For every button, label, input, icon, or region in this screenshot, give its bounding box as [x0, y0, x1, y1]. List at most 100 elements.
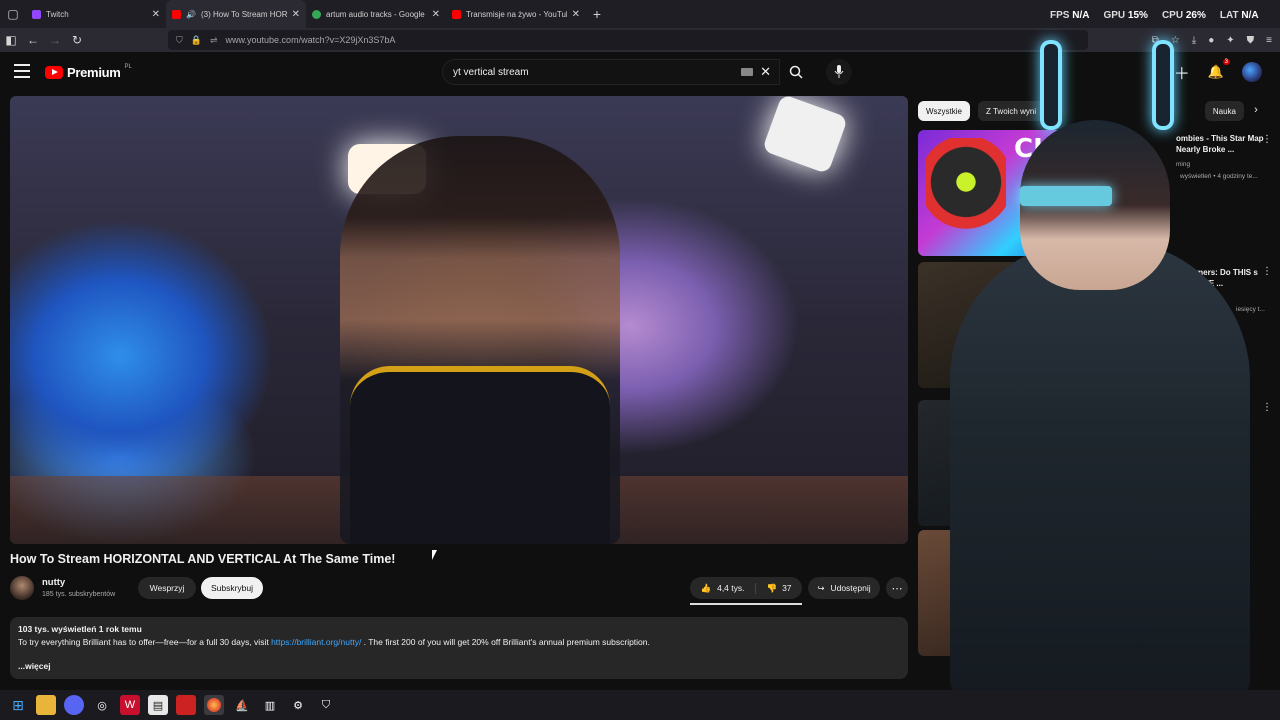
more-actions-button[interactable]: ⋯ — [886, 577, 908, 599]
related-video-meta: tlen • — [1200, 573, 1215, 580]
chip-from-search[interactable]: Z Twoich wyni — [978, 101, 1045, 121]
account-icon[interactable]: ● — [1208, 35, 1214, 46]
notifications-button[interactable]: 🔔 3 — [1208, 59, 1230, 81]
brilliant-link[interactable]: https://brilliant.org/nutty/ — [271, 637, 361, 647]
description-text: To try everything Brilliant has to offer… — [18, 636, 900, 649]
browser-tab-twitch[interactable]: Twitch ✕ — [26, 0, 166, 28]
chips-next-icon[interactable]: › — [1246, 100, 1266, 120]
extensions-icon[interactable]: ✦ — [1226, 35, 1234, 46]
join-button[interactable]: Wesprzyj — [138, 577, 196, 599]
permissions-icon[interactable]: ⇌ — [210, 35, 218, 46]
related-video-title[interactable]: erm tbu — [1206, 668, 1280, 679]
search-button[interactable] — [780, 59, 812, 85]
thumbs-down-icon: 👎 — [766, 582, 778, 593]
more-vertical-icon[interactable]: ⋮ — [1262, 266, 1272, 277]
voice-search-button[interactable] — [826, 59, 852, 85]
account-avatar[interactable] — [1242, 62, 1262, 82]
subscribe-button[interactable]: Subskrybuj — [201, 577, 263, 599]
share-button[interactable]: ↪ Udostępnij — [808, 577, 880, 599]
share-label: Udostępnij — [830, 583, 871, 593]
notepad-icon[interactable]: ▤ — [148, 695, 168, 715]
reload-icon[interactable]: ↻ — [66, 28, 88, 52]
chip-learning[interactable]: Nauka — [1204, 101, 1244, 121]
like-dislike-bar: 👍 4,4 tys. 👎 37 — [690, 577, 802, 599]
create-icon[interactable]: ＋ — [1174, 60, 1190, 84]
browser-tab-youtube-video[interactable]: 🔊 (3) How To Stream HORIZO ✕ — [166, 0, 306, 28]
new-tab-button[interactable]: + — [586, 6, 608, 22]
description-box[interactable]: 103 tys. wyświetleń 1 rok temu To try ev… — [10, 617, 908, 679]
video-frame-lamp — [761, 96, 849, 175]
file-explorer-icon[interactable] — [36, 695, 56, 715]
related-video-thumbnail[interactable] — [918, 530, 1086, 656]
sidebar-toggle-icon[interactable]: ◧ — [0, 28, 22, 52]
like-ratio-bar — [690, 603, 802, 605]
terminal-icon[interactable]: ▥ — [260, 695, 280, 715]
shield-app-icon[interactable]: ⛉ — [316, 695, 336, 715]
youtube-header: Premium PL yt vertical stream ✕ ＋ 🔔 3 — [0, 52, 1280, 92]
performance-overlay: FPS N/A GPU 15% CPU 26% LAT N/A — [1050, 10, 1259, 21]
guide-menu-icon[interactable] — [14, 64, 30, 78]
wps-office-icon[interactable]: W — [120, 695, 140, 715]
url-text[interactable]: www.youtube.com/watch?v=X29jXn3S7bA — [226, 35, 396, 45]
close-tab-icon[interactable]: ✕ — [152, 9, 160, 20]
dislike-button[interactable]: 👎 37 — [756, 583, 802, 594]
ublock-icon[interactable]: ⛊ — [1247, 35, 1255, 46]
related-video-thumbnail[interactable]: CI — [918, 130, 1086, 256]
app-tile-icon[interactable] — [176, 695, 196, 715]
windows-start-icon[interactable]: ⊞ — [8, 695, 28, 715]
close-tab-icon[interactable]: ✕ — [572, 9, 580, 20]
chrome-icon[interactable]: ◎ — [92, 695, 112, 715]
notification-count: 3 — [1222, 59, 1230, 65]
youtube-favicon-icon — [452, 9, 461, 19]
google-favicon-icon — [312, 9, 321, 19]
steam-icon[interactable]: ⛵ — [232, 695, 252, 715]
like-button[interactable]: 👍 4,4 tys. — [690, 582, 756, 594]
video-frame-jersey — [350, 366, 610, 544]
back-arrow-icon[interactable]: ← — [22, 28, 44, 52]
like-count: 4,4 tys. — [717, 583, 745, 593]
related-video-title[interactable]: oble ICAL — [1190, 534, 1280, 545]
clear-search-icon[interactable]: ✕ — [760, 64, 771, 80]
related-video-thumbnail[interactable] — [918, 262, 1086, 388]
subscriber-count: 185 tys. subskrybentów — [42, 591, 116, 598]
firefox-icon[interactable] — [204, 695, 224, 715]
keyboard-icon[interactable] — [741, 68, 753, 76]
fps-readout: FPS N/A — [1050, 10, 1090, 21]
forward-arrow-icon[interactable]: → — [44, 28, 66, 52]
related-chips: Wszystkie Z Twoich wyni Nauka — [918, 100, 1268, 122]
latency-readout: LAT N/A — [1219, 10, 1259, 21]
logo-text: Premium — [67, 65, 121, 80]
browser-tab-youtube-studio[interactable]: Transmisje na żywo - YouTube S ✕ — [446, 0, 586, 28]
search-input[interactable]: yt vertical stream ✕ — [442, 59, 780, 85]
browser-tab-google-search[interactable]: artum audio tracks - Google Se ✕ — [306, 0, 446, 28]
channel-name[interactable]: nutty — [42, 577, 65, 588]
search-query[interactable]: yt vertical stream — [453, 67, 529, 78]
channel-avatar[interactable] — [10, 576, 34, 600]
related-video-title[interactable]: ombies - This Star Map Nearly Broke ... — [1176, 133, 1266, 155]
related-video-meta: wyświetleń • 4 godziny te... — [1180, 173, 1258, 180]
thumbs-up-icon: 👍 — [700, 582, 712, 593]
close-tab-icon[interactable]: ✕ — [292, 9, 300, 20]
close-tab-icon[interactable]: ✕ — [432, 9, 440, 20]
bookmark-star-icon[interactable]: ☆ — [1171, 35, 1180, 46]
related-video-channel[interactable]: ming — [1176, 160, 1266, 169]
lock-icon[interactable]: 🔒 — [191, 35, 202, 46]
settings-gear-icon[interactable]: ⚙ — [288, 695, 308, 715]
chip-all[interactable]: Wszystkie — [918, 101, 970, 121]
discord-icon[interactable] — [64, 695, 84, 715]
speaker-icon[interactable]: 🔊 — [186, 10, 196, 19]
show-more-link[interactable]: ...więcej — [18, 660, 900, 673]
picture-in-picture-icon[interactable]: ⧉ — [1152, 35, 1159, 46]
menu-icon[interactable]: ≡ — [1266, 35, 1272, 46]
tab-manager-icon[interactable]: ▢ — [0, 0, 26, 28]
youtube-premium-logo[interactable]: Premium PL — [45, 64, 132, 80]
tab-title: Twitch — [46, 9, 69, 19]
more-vertical-icon[interactable]: ⋮ — [1262, 402, 1272, 413]
more-vertical-icon[interactable]: ⋮ — [1262, 134, 1272, 145]
related-video-title[interactable]: Streamers: Do THIS s Will LOVE ... — [1176, 267, 1266, 289]
video-player[interactable] — [10, 96, 908, 544]
shield-icon[interactable]: ⛉ — [176, 35, 183, 46]
download-icon[interactable]: ⤓ — [1192, 35, 1196, 46]
address-bar[interactable]: ⛉ 🔒 ⇌ www.youtube.com/watch?v=X29jXn3S7b… — [168, 30, 1088, 50]
related-video-thumbnail[interactable] — [918, 400, 1086, 526]
